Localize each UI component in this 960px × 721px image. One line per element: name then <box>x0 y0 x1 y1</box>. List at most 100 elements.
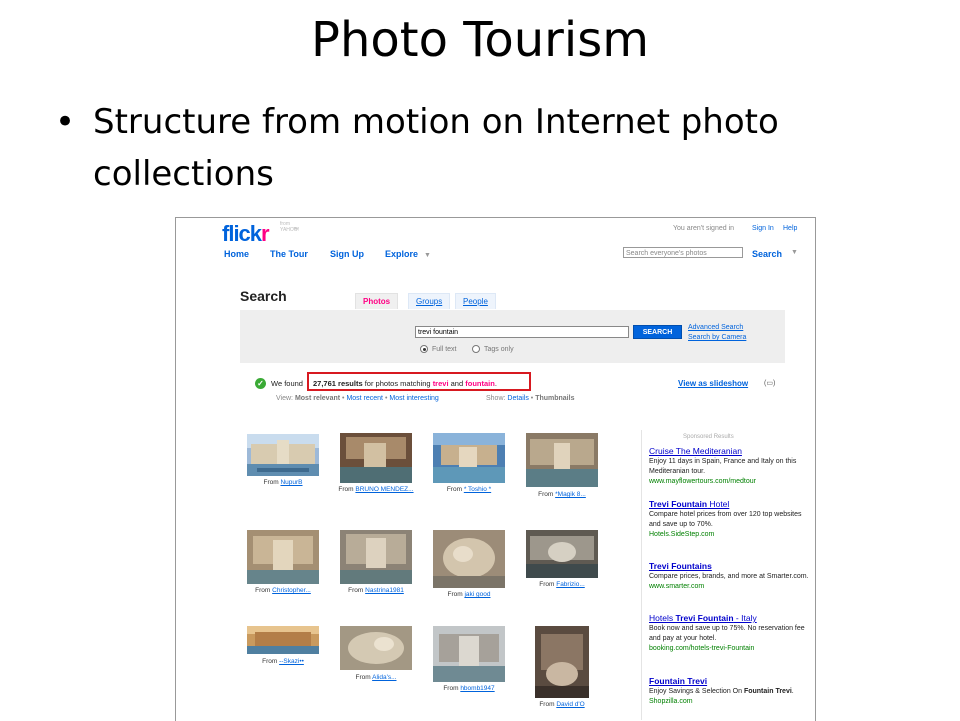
bullet-text: Structure from motion on Internet photo … <box>93 102 779 194</box>
photo-owner-link[interactable]: Nastrina1981 <box>365 587 404 594</box>
ad-url[interactable]: booking.com/hotels-trevi-Fountain <box>649 644 815 654</box>
ad-title-link[interactable]: Fountain Trevi <box>649 676 815 687</box>
photo-owner-link[interactable]: * Toshio * <box>464 486 491 493</box>
chevron-down-icon: ▼ <box>424 252 431 259</box>
view-as-slideshow-link[interactable]: View as slideshow <box>678 377 748 391</box>
photo-thumbnail[interactable] <box>247 626 319 654</box>
bullet-item: • Structure from motion on Internet phot… <box>55 96 875 200</box>
flickr-logo[interactable]: flickr from YAHOO! ™ <box>222 221 299 247</box>
photo-owner-link[interactable]: *Magik 8... <box>555 491 586 498</box>
caption-from: From <box>539 581 555 588</box>
ad-body: Compare hotel prices from over 120 top w… <box>649 511 802 528</box>
photo-caption: From Fabrizio... <box>526 581 598 588</box>
search-query-input[interactable]: trevi fountain <box>415 326 629 338</box>
flickr-screenshot: flickr from YAHOO! ™ Home The Tour Sign … <box>175 217 816 721</box>
sponsored-results-heading: Sponsored Results <box>683 434 734 440</box>
sponsored-ad: Trevi Fountain Hotel Compare hotel price… <box>649 499 815 540</box>
photo-thumbnail[interactable] <box>247 530 319 584</box>
tab-groups[interactable]: Groups <box>408 293 451 309</box>
ad-url[interactable]: Shopzilla.com <box>649 697 815 707</box>
photo-caption: From David d'O <box>526 701 598 708</box>
photo-owner-link[interactable]: David d'O <box>556 701 584 708</box>
sort-most-interesting-link[interactable]: Most interesting <box>389 395 438 402</box>
photo-caption: From *Magik 8... <box>526 491 598 498</box>
slide-title: Photo Tourism <box>311 12 649 68</box>
photo-thumbnail[interactable] <box>535 626 589 698</box>
logo-tm: ™ <box>293 227 298 233</box>
caption-from: From <box>446 486 462 493</box>
global-search-input[interactable]: Search everyone's photos <box>623 247 743 258</box>
sort-most-recent-link[interactable]: Most recent <box>346 395 383 402</box>
sort-most-relevant[interactable]: Most relevant <box>295 395 340 402</box>
search-button[interactable]: SEARCH <box>633 325 682 339</box>
caption-from: From <box>263 479 279 486</box>
photo-thumbnail[interactable] <box>247 434 319 476</box>
ad-url[interactable]: www.mayflowertours.com/medtour <box>649 477 815 487</box>
photo-owner-link[interactable]: Christopher... <box>272 587 311 594</box>
ad-url[interactable]: www.smarter.com <box>649 582 815 592</box>
photo-caption: From Alida's... <box>340 674 412 681</box>
photo-owner-link[interactable]: hbomb1947 <box>460 685 494 692</box>
ad-body-pre: Enjoy Savings & Selection On <box>649 688 744 695</box>
caption-from: From <box>355 674 371 681</box>
advanced-search-link[interactable]: Advanced Search <box>688 324 743 331</box>
photo-thumbnail[interactable] <box>433 626 505 682</box>
bullet-dot-icon: • <box>55 102 76 142</box>
photo-caption: From * Toshio * <box>433 486 505 493</box>
caption-from: From <box>338 486 354 493</box>
photo-owner-link[interactable]: jaki good <box>464 591 490 598</box>
not-signed-in-text: You aren't signed in <box>673 225 735 232</box>
ad-body-post: . <box>791 688 794 695</box>
photo-owner-link[interactable]: NupurB <box>280 479 302 486</box>
photo-thumbnail[interactable] <box>340 530 412 584</box>
caption-from: From <box>255 587 271 594</box>
caption-from: From <box>447 591 463 598</box>
results-highlight-box <box>307 372 531 391</box>
photo-thumbnail[interactable] <box>340 626 412 670</box>
caption-from: From <box>262 658 278 665</box>
photo-thumbnail[interactable] <box>433 433 505 483</box>
photo-owner-link[interactable]: Alida's... <box>372 674 396 681</box>
photo-owner-link[interactable]: --Skazi•• <box>279 658 304 665</box>
search-options-chevron-icon[interactable]: ▼ <box>791 249 798 256</box>
photo-owner-link[interactable]: BRUNO MENDEZ... <box>355 486 413 493</box>
nav-sign-up[interactable]: Sign Up <box>330 249 364 259</box>
photo-thumbnail[interactable] <box>340 433 412 483</box>
sort-separator: • <box>384 395 388 402</box>
ad-title-link[interactable]: Cruise The Mediteranian <box>649 446 815 457</box>
show-separator: • <box>530 395 534 402</box>
photo-thumbnail[interactable] <box>433 530 505 588</box>
ad-title-link[interactable]: Hotels Trevi Fountain - Italy <box>649 613 815 624</box>
slideshow-icon[interactable]: (▭) <box>764 377 775 391</box>
sponsored-divider <box>641 430 642 720</box>
show-thumbnails[interactable]: Thumbnails <box>535 395 574 402</box>
ad-title-rest: - Italy <box>733 613 757 623</box>
ad-title-link[interactable]: Trevi Fountains <box>649 561 815 572</box>
photo-thumbnail[interactable] <box>526 433 598 487</box>
sign-in-link[interactable]: Sign In <box>752 225 774 232</box>
search-by-camera-link[interactable]: Search by Camera <box>688 334 746 341</box>
tags-only-radio[interactable]: Tags only <box>472 345 514 353</box>
nav-the-tour[interactable]: The Tour <box>270 249 308 259</box>
ad-title-rest: Hotel <box>707 499 730 509</box>
ad-title-bold: Fountain Trevi <box>649 676 708 686</box>
caption-from: From <box>538 491 554 498</box>
search-panel: trevi fountain SEARCH Advanced Search Se… <box>240 310 785 363</box>
tab-photos[interactable]: Photos <box>355 293 399 309</box>
nav-home[interactable]: Home <box>224 249 249 259</box>
search-page-title: Search <box>240 288 287 304</box>
photo-thumbnail[interactable] <box>526 530 598 578</box>
show-details-link[interactable]: Details <box>507 395 528 402</box>
ad-url[interactable]: Hotels.SideStep.com <box>649 530 815 540</box>
help-link[interactable]: Help <box>783 225 797 232</box>
show-options: Show: Details • Thumbnails <box>486 395 574 402</box>
ad-title-pre: Hotels <box>649 613 676 623</box>
tab-people[interactable]: People <box>455 293 496 309</box>
logo-blue-part: flick <box>222 221 262 246</box>
global-search-button[interactable]: Search <box>752 249 782 259</box>
ad-title-bold: Trevi Fountains <box>649 561 712 571</box>
nav-explore[interactable]: Explore ▼ <box>385 249 431 259</box>
photo-owner-link[interactable]: Fabrizio... <box>556 581 585 588</box>
full-text-radio[interactable]: Full text <box>420 345 457 353</box>
ad-title-link[interactable]: Trevi Fountain Hotel <box>649 499 815 510</box>
